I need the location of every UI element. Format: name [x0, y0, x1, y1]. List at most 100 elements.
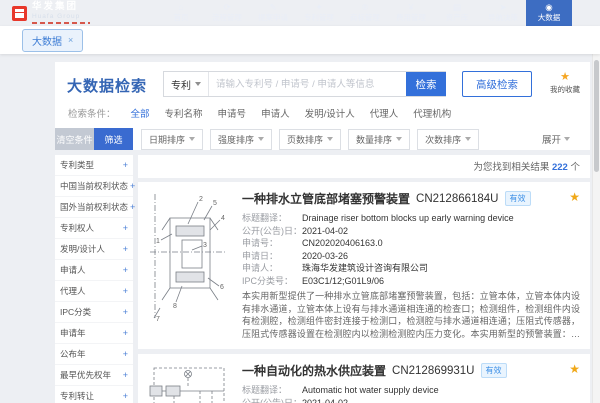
sidebar-filter-item[interactable]: 最早优先权年 + [55, 365, 133, 386]
sidebar-filter-item[interactable]: 专利权人 + [55, 218, 133, 239]
condition-option[interactable]: 专利名称 [165, 106, 203, 120]
nav-item-label: 流程管理 [212, 12, 242, 23]
condition-option[interactable]: 申请人 [261, 106, 290, 120]
expand-toggle[interactable]: 展开 [542, 132, 570, 146]
plus-icon[interactable]: + [123, 370, 128, 380]
search-input[interactable] [209, 72, 406, 96]
field-label: 申请号： [242, 237, 302, 250]
chevron-down-icon [465, 137, 471, 141]
result-abstract: 本实用新型提供了一种排水立管底部堵塞预警装置，包括：立管本体，立管本体内设有排水… [242, 290, 580, 340]
favorite-star-icon[interactable]: ★ [569, 363, 580, 375]
sidebar-filter-label: 申请人 [60, 264, 86, 276]
svg-text:4: 4 [221, 215, 225, 222]
star-icon: ★ [560, 72, 570, 83]
sidebar-filter-item[interactable]: 专利类型 + [55, 155, 133, 176]
sidebar-filter-item[interactable]: 申请年 + [55, 323, 133, 344]
chevron-down-icon [327, 137, 333, 141]
tab-bigdata[interactable]: 大数据 × [22, 29, 83, 52]
sidebar-filter-item[interactable]: 中国当前权利状态 + [55, 176, 133, 197]
page-scrollbar[interactable] [592, 54, 600, 403]
sort-dropdown[interactable]: 强度排序 [210, 129, 272, 150]
nav-item[interactable]: ➤ 导航决策 [480, 0, 526, 26]
nav-item[interactable]: ◉ 大数据 [526, 0, 572, 26]
close-icon[interactable]: × [68, 36, 73, 45]
sidebar-filter-label: 国外当前权利状态 [60, 201, 128, 213]
advanced-search-button[interactable]: 高级检索 [462, 71, 532, 97]
favorite-star-icon[interactable]: ★ [569, 191, 580, 203]
result-title[interactable]: 一种排水立管底部堵塞预警装置 [242, 190, 410, 207]
plus-icon[interactable]: + [123, 286, 128, 296]
condition-option[interactable]: 申请号 [218, 106, 247, 120]
clear-conditions-button[interactable]: 清空条件 [55, 128, 94, 150]
condition-option[interactable]: 发明/设计人 [305, 106, 355, 120]
patent-drawing-thumbnail[interactable]: 2 5 4 1 3 6 8 7 [148, 190, 230, 340]
my-favorites-button[interactable]: ★ 我的收藏 [550, 71, 580, 95]
chevron-down-icon [564, 137, 570, 141]
search-button[interactable]: 检索 [406, 72, 446, 96]
condition-option[interactable]: 全部 [131, 106, 150, 120]
sidebar-filter-label: 专利权人 [60, 222, 94, 234]
plus-icon[interactable]: + [130, 181, 135, 191]
sidebar-filter-label: 代理人 [60, 285, 86, 297]
sort-dropdown-label: 强度排序 [218, 133, 254, 146]
field-row: 申请人： 珠海华发建筑设计咨询有限公司 [242, 262, 580, 275]
field-value: 2021-04-02 [302, 397, 348, 403]
patent-drawing-thumbnail[interactable] [148, 362, 230, 403]
condition-option[interactable]: 代理机构 [413, 106, 451, 120]
sidebar-filter-item[interactable]: IPC分类 + [55, 302, 133, 323]
svg-text:8: 8 [173, 303, 177, 310]
nav-item[interactable]: ✦ 专利管理 [296, 0, 342, 26]
sort-dropdown[interactable]: 次数排序 [417, 129, 479, 150]
plus-icon[interactable]: + [123, 265, 128, 275]
sidebar-header-tabs: 清空条件 筛选 [55, 128, 133, 150]
sidebar-filter-item[interactable]: 发明/设计人 + [55, 239, 133, 260]
condition-option[interactable]: 代理人 [370, 106, 399, 120]
plus-icon[interactable]: + [123, 349, 128, 359]
nav-item-icon: ® [362, 3, 368, 12]
plus-icon[interactable]: + [130, 202, 135, 212]
nav-item-icon: ¥ [409, 3, 414, 12]
sidebar-filter-item[interactable]: 代理人 + [55, 281, 133, 302]
nav-item[interactable]: ⟳ 流程管理 [204, 0, 250, 26]
page-title: 大数据检索 [67, 75, 147, 96]
sort-dropdown-label: 次数排序 [425, 133, 461, 146]
content-area: 大数据检索 专利 检索 高级检索 ★ 我的收藏 检索条件： 全部 [55, 62, 590, 403]
sidebar-filter-item[interactable]: 公布年 + [55, 344, 133, 365]
nav-item-icon: ◉ [545, 3, 552, 12]
sidebar-filter-item[interactable]: 专利转让 + [55, 386, 133, 403]
sort-dropdown[interactable]: 数量排序 [348, 129, 410, 150]
nav-item[interactable]: ¥ 费用管理 [388, 0, 434, 26]
nav-item[interactable]: ® 商标管理 [342, 0, 388, 26]
sort-dropdown[interactable]: 页数排序 [279, 129, 341, 150]
search-type-select[interactable]: 专利 [164, 72, 209, 96]
search-bar: 专利 检索 [163, 71, 446, 97]
field-row: 标题翻译： Drainage riser bottom blocks up ea… [242, 212, 580, 225]
plus-icon[interactable]: + [123, 244, 128, 254]
nav-item[interactable]: ▤ 资产库 [434, 0, 480, 26]
chevron-down-icon [189, 137, 195, 141]
plus-icon[interactable]: + [123, 391, 128, 401]
field-value: CN202020406163.0 [302, 237, 383, 250]
nav-item[interactable]: ⌂ 首页 [158, 0, 204, 26]
sidebar-filter-item[interactable]: 国外当前权利状态 + [55, 197, 133, 218]
plus-icon[interactable]: + [123, 223, 128, 233]
plus-icon[interactable]: + [123, 160, 128, 170]
plus-icon[interactable]: + [123, 328, 128, 338]
nav-item[interactable]: ✎ 提案申请 [250, 0, 296, 26]
nav-item-label: 导航决策 [488, 12, 518, 23]
sidebar-filter-label: 专利类型 [60, 159, 94, 171]
status-badge: 有效 [481, 363, 507, 378]
sort-dropdown[interactable]: 日期排序 [141, 129, 203, 150]
expand-label: 展开 [542, 132, 561, 146]
opened-tab-bar: 大数据 × [0, 26, 600, 54]
plus-icon[interactable]: + [123, 307, 128, 317]
nav-item-label: 首页 [174, 12, 189, 23]
scrollbar-thumb[interactable] [594, 60, 599, 172]
filter-button[interactable]: 筛选 [94, 128, 133, 150]
sidebar-filter-label: 公布年 [60, 348, 86, 360]
field-label: 公开(公告)日： [242, 397, 302, 403]
sidebar-filter-item[interactable]: 申请人 + [55, 260, 133, 281]
search-panel: 大数据检索 专利 检索 高级检索 ★ 我的收藏 检索条件： 全部 [55, 62, 590, 150]
field-label: 标题翻译： [242, 384, 302, 397]
result-title[interactable]: 一种自动化的热水供应装置 [242, 362, 386, 379]
